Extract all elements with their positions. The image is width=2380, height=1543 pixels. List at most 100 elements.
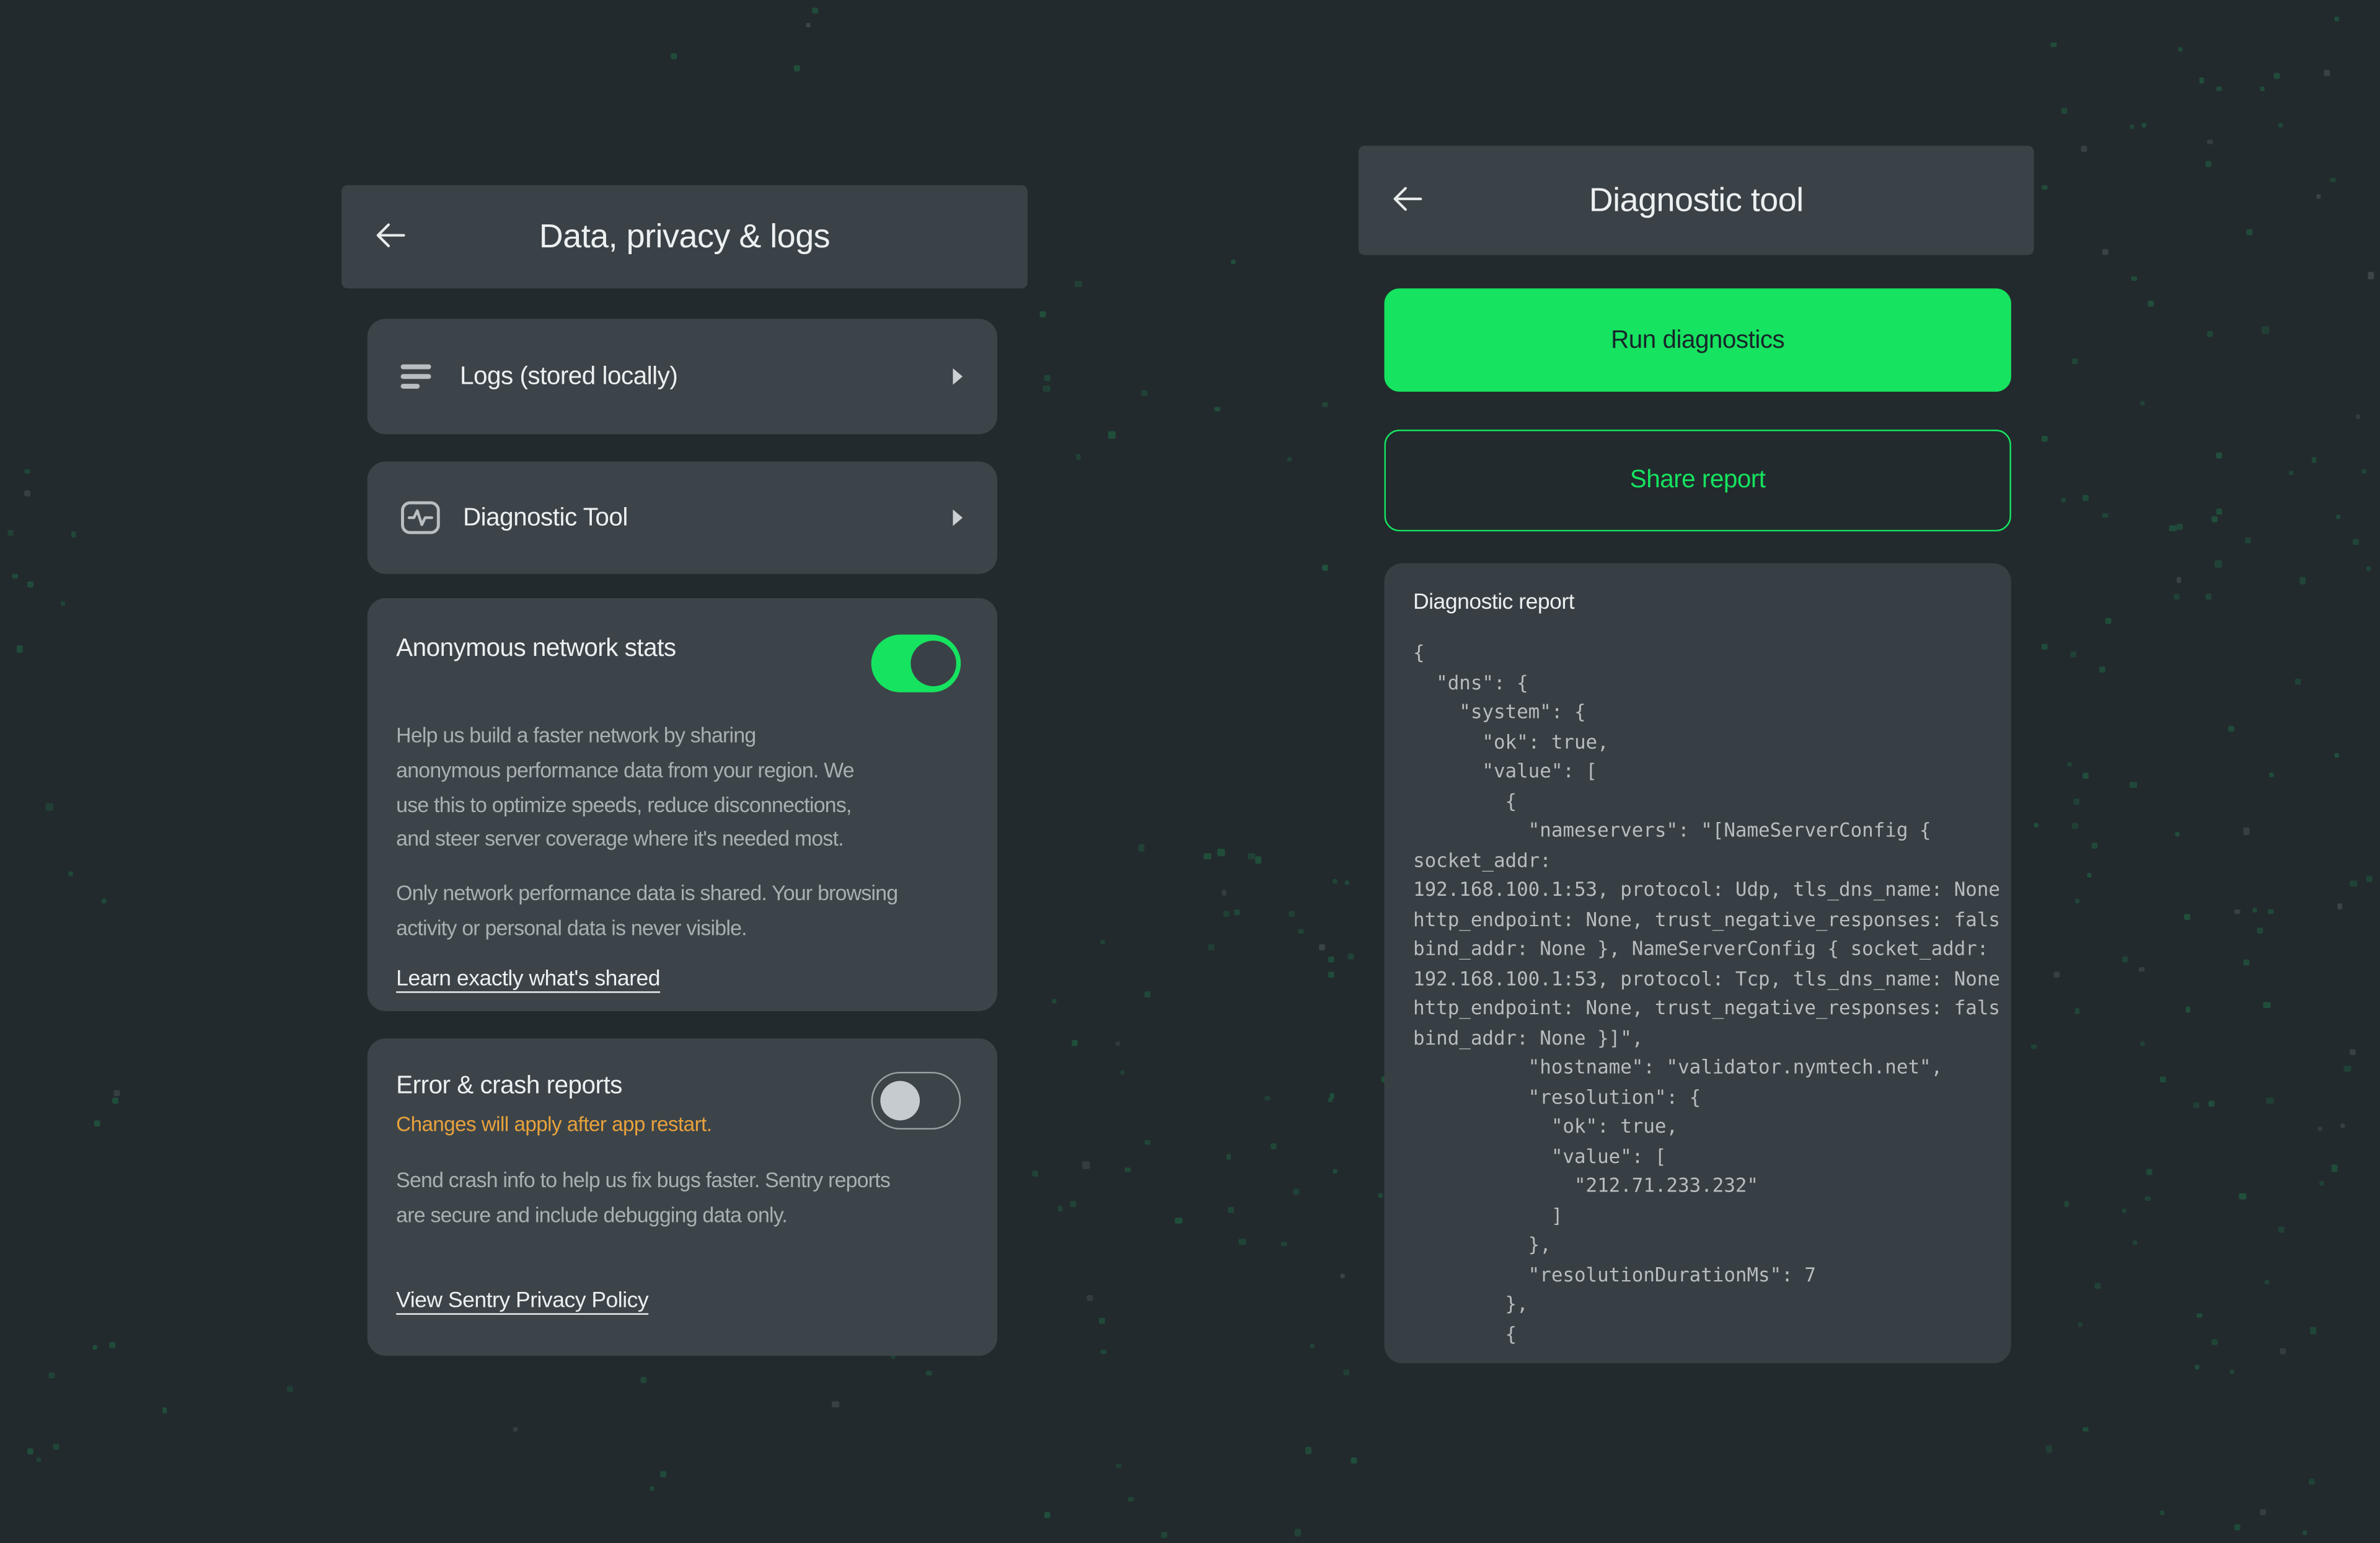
crash-reports-toggle[interactable]	[871, 1072, 961, 1130]
background-dot	[2366, 565, 2371, 570]
background-dot	[109, 1342, 115, 1348]
background-dot	[2083, 1426, 2088, 1431]
background-dot	[2337, 904, 2342, 909]
background-dot	[1248, 853, 1255, 860]
background-dot	[2344, 1066, 2350, 1072]
right-page-title: Diagnostic tool	[1359, 180, 2034, 220]
logs-lines-icon	[401, 363, 438, 390]
background-dot	[2176, 577, 2182, 583]
background-dot	[28, 1448, 34, 1454]
background-dot	[2031, 1044, 2037, 1050]
share-report-button[interactable]: Share report	[1384, 430, 2011, 531]
row-logs[interactable]: Logs (stored locally)	[368, 319, 997, 434]
background-dot	[2208, 139, 2213, 145]
background-dot	[1329, 1093, 1334, 1098]
background-dot	[2170, 525, 2176, 531]
background-dot	[1125, 1167, 1130, 1172]
background-dot	[2246, 537, 2251, 543]
background-dot	[2086, 873, 2091, 878]
background-dot	[113, 1098, 118, 1103]
background-dot	[649, 1486, 654, 1491]
background-dot	[46, 803, 53, 810]
row-diagnostic-label: Diagnostic Tool	[463, 503, 628, 533]
background-dot	[2051, 42, 2056, 47]
diagnostic-pulse-icon	[401, 501, 441, 534]
background-dot	[1070, 1201, 1076, 1207]
background-dot	[2177, 524, 2183, 530]
background-dot	[17, 645, 24, 652]
background-dot	[2092, 842, 2097, 848]
row-logs-label: Logs (stored locally)	[460, 362, 677, 391]
background-dot	[1226, 1154, 1231, 1159]
background-dot	[2099, 666, 2105, 673]
background-dot	[1057, 1206, 1062, 1211]
background-dot	[1289, 911, 1295, 917]
background-dot	[671, 53, 677, 59]
background-dot	[2159, 1077, 2166, 1083]
background-dot	[2310, 1327, 2317, 1334]
row-diagnostic-tool[interactable]: Diagnostic Tool	[368, 461, 997, 573]
background-dot	[2212, 516, 2218, 522]
background-dot	[1222, 890, 1227, 895]
background-dot	[2054, 972, 2060, 978]
background-dot	[2260, 1508, 2267, 1515]
background-dot	[2197, 1313, 2202, 1318]
background-dot	[1329, 972, 1335, 978]
background-dot	[1072, 1041, 1078, 1047]
background-dot	[2350, 881, 2357, 888]
background-dot	[2071, 359, 2078, 365]
learn-whats-shared-link[interactable]: Learn exactly what's shared	[396, 966, 660, 991]
background-dot	[1344, 881, 1349, 886]
run-diagnostics-button[interactable]: Run diagnostics	[1384, 288, 2011, 392]
background-dot	[2064, 1201, 2069, 1206]
background-dot	[1288, 457, 1293, 462]
background-dot	[1083, 1162, 1090, 1169]
background-dot	[1075, 281, 1082, 288]
crash-reports-description: Send crash info to help us fix bugs fast…	[396, 1164, 982, 1234]
background-dot	[1161, 1532, 1166, 1537]
background-dot	[287, 1386, 293, 1392]
restart-warning-text: Changes will apply after app restart.	[396, 1112, 712, 1139]
background-dot	[1228, 1208, 1233, 1213]
background-dot	[795, 64, 801, 71]
background-dot	[1235, 910, 1240, 916]
background-dot	[513, 1426, 518, 1432]
anonymous-stats-privacy-note: Only network performance data is shared.…	[396, 878, 982, 947]
chevron-right-icon	[952, 368, 964, 386]
background-dot	[102, 899, 107, 903]
background-dot	[2324, 70, 2330, 76]
background-dot	[2244, 960, 2249, 965]
background-dot	[1328, 1098, 1333, 1103]
sentry-privacy-policy-link[interactable]: View Sentry Privacy Policy	[396, 1288, 648, 1312]
crash-reports-title: Error & crash reports	[396, 1072, 712, 1101]
background-dot	[2195, 1365, 2200, 1370]
background-dot	[1075, 454, 1080, 459]
background-dot	[2078, 1322, 2083, 1327]
background-dot	[2131, 276, 2136, 281]
background-dot	[1310, 1343, 1315, 1348]
background-dot	[1099, 1318, 1104, 1324]
anonymous-stats-description: Help us build a faster network by sharin…	[396, 720, 982, 858]
background-dot	[2216, 86, 2221, 91]
background-dot	[60, 601, 65, 606]
background-dot	[2216, 508, 2222, 514]
background-dot	[2361, 469, 2366, 474]
background-dot	[2247, 229, 2252, 235]
background-dot	[2140, 400, 2144, 405]
background-dot	[2350, 1049, 2356, 1055]
background-dot	[2267, 1097, 2273, 1104]
background-dot	[2366, 876, 2371, 882]
background-dot	[1119, 1070, 1125, 1076]
background-dot	[2074, 898, 2079, 903]
background-dot	[2061, 498, 2065, 502]
background-dot	[2309, 1479, 2314, 1484]
background-dot	[94, 1120, 100, 1126]
background-dot	[2303, 1530, 2308, 1536]
anonymous-stats-toggle[interactable]	[871, 635, 961, 692]
background-dot	[1109, 431, 1116, 438]
background-dot	[1218, 849, 1225, 856]
background-dot	[2206, 161, 2211, 166]
background-dot	[927, 1371, 932, 1376]
background-dot	[1344, 1369, 1350, 1376]
background-dot	[2278, 1227, 2283, 1232]
